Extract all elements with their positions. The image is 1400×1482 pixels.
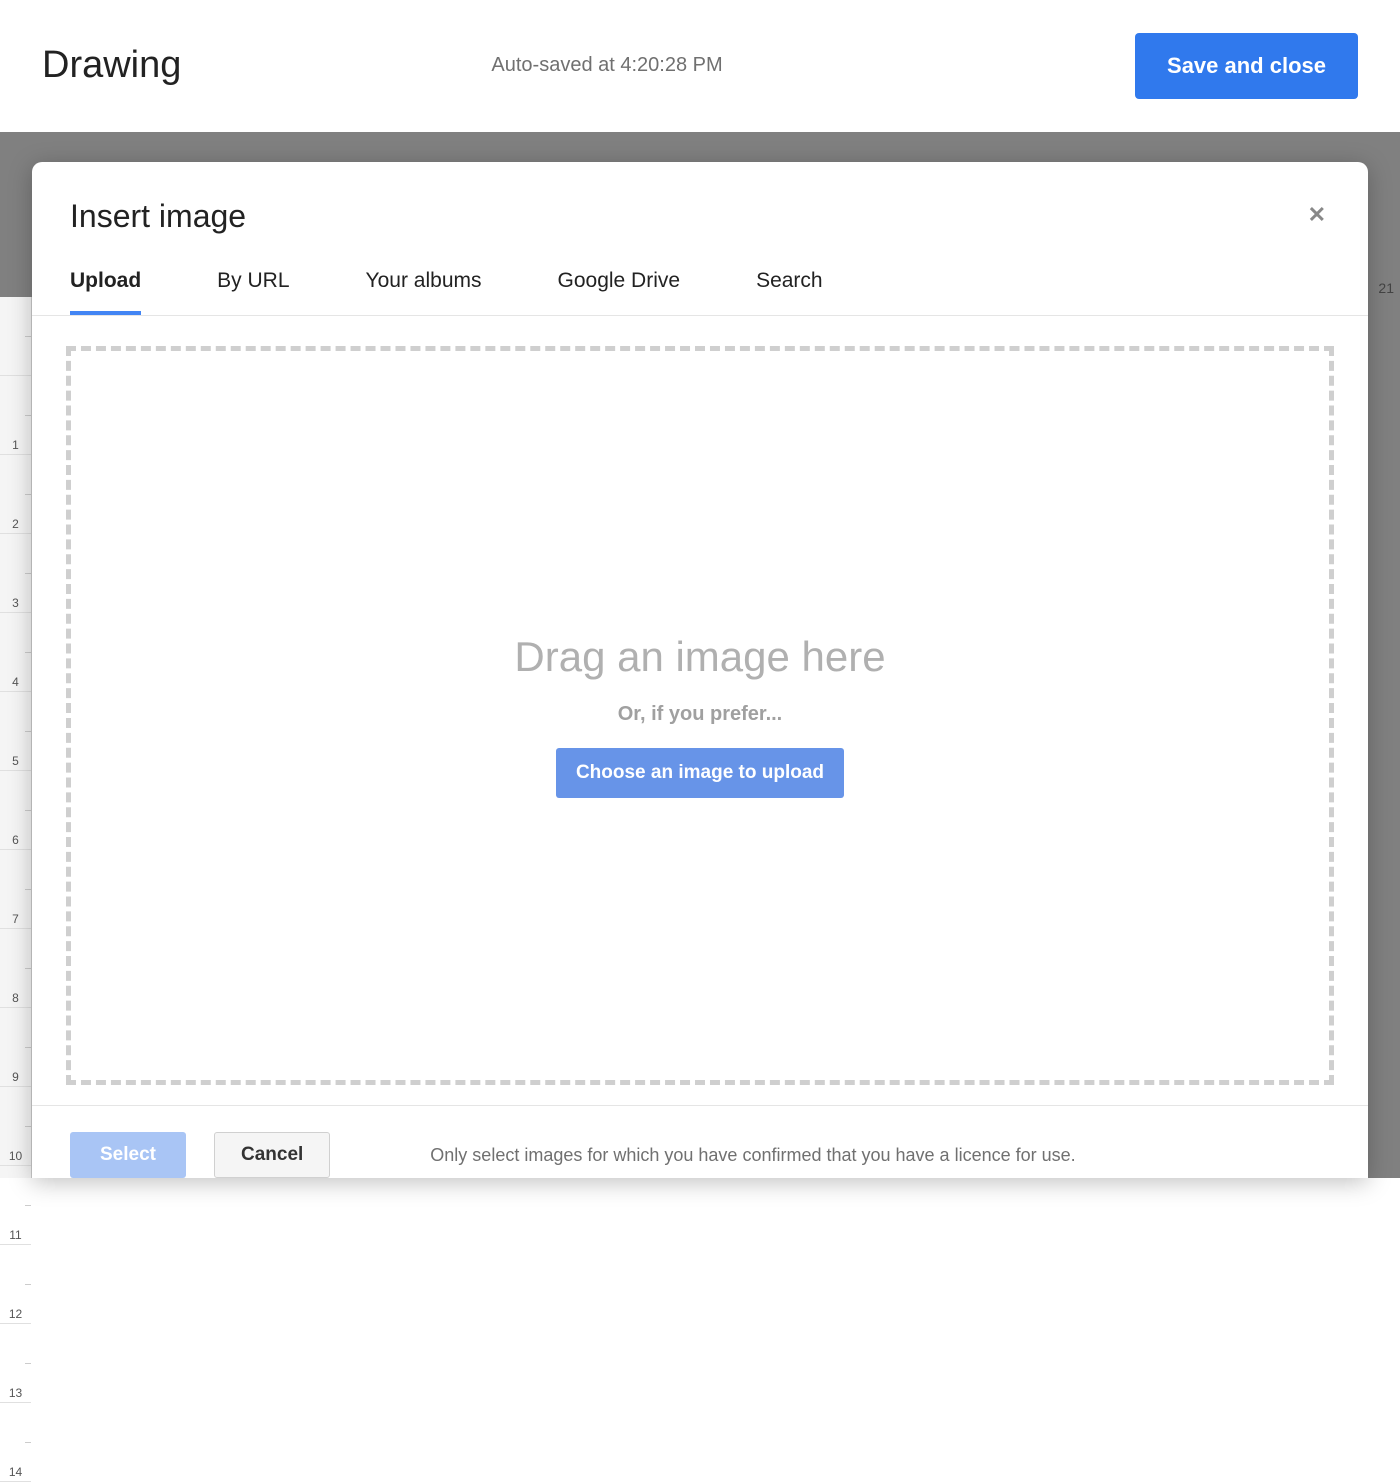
ruler-tick: 14 [0,1403,31,1482]
ruler-tick: 1 [0,376,31,455]
autosave-status: Auto-saved at 4:20:28 PM [491,54,1135,77]
ruler-tick: 7 [0,850,31,929]
ruler-tick: 5 [0,692,31,771]
close-icon[interactable]: ✕ [1304,198,1330,232]
dropzone-sub-text: Or, if you prefer... [618,703,783,726]
modal-title: Insert image [70,198,246,235]
ruler-tick: 6 [0,771,31,850]
licence-notice: Only select images for which you have co… [430,1145,1075,1166]
ruler-tick: 12 [0,1245,31,1324]
tab-your-albums[interactable]: Your albums [366,269,482,315]
save-and-close-button[interactable]: Save and close [1135,33,1358,99]
ruler-tick: 10 [0,1087,31,1166]
select-button[interactable]: Select [70,1132,186,1178]
choose-image-button[interactable]: Choose an image to upload [556,748,844,798]
cancel-button[interactable]: Cancel [214,1132,330,1178]
ruler-tick: 4 [0,613,31,692]
dropzone-main-text: Drag an image here [514,633,885,681]
ruler-tick: 8 [0,929,31,1008]
ruler-tick: 9 [0,1008,31,1087]
modal-tabs: Upload By URL Your albums Google Drive S… [32,245,1368,316]
tab-google-drive[interactable]: Google Drive [558,269,681,315]
tab-search[interactable]: Search [756,269,823,315]
tab-by-url[interactable]: By URL [217,269,289,315]
modal-header: Insert image ✕ [32,162,1368,245]
drawing-header: Drawing Auto-saved at 4:20:28 PM Save an… [0,0,1400,132]
vertical-ruler: 1 2 3 4 5 6 7 8 9 10 11 12 13 14 [0,297,32,1178]
ruler-corner-value: 21 [1378,280,1394,296]
dropzone[interactable]: Drag an image here Or, if you prefer... … [66,346,1334,1085]
ruler-tick: 3 [0,534,31,613]
ruler-tick: 2 [0,455,31,534]
ruler-tick: 13 [0,1324,31,1403]
tab-upload[interactable]: Upload [70,269,141,315]
drawing-title: Drawing [42,44,181,87]
insert-image-modal: Insert image ✕ Upload By URL Your albums… [32,162,1368,1178]
dropzone-area: Drag an image here Or, if you prefer... … [32,316,1368,1105]
modal-footer: Select Cancel Only select images for whi… [32,1105,1368,1178]
ruler-tick [0,297,31,376]
